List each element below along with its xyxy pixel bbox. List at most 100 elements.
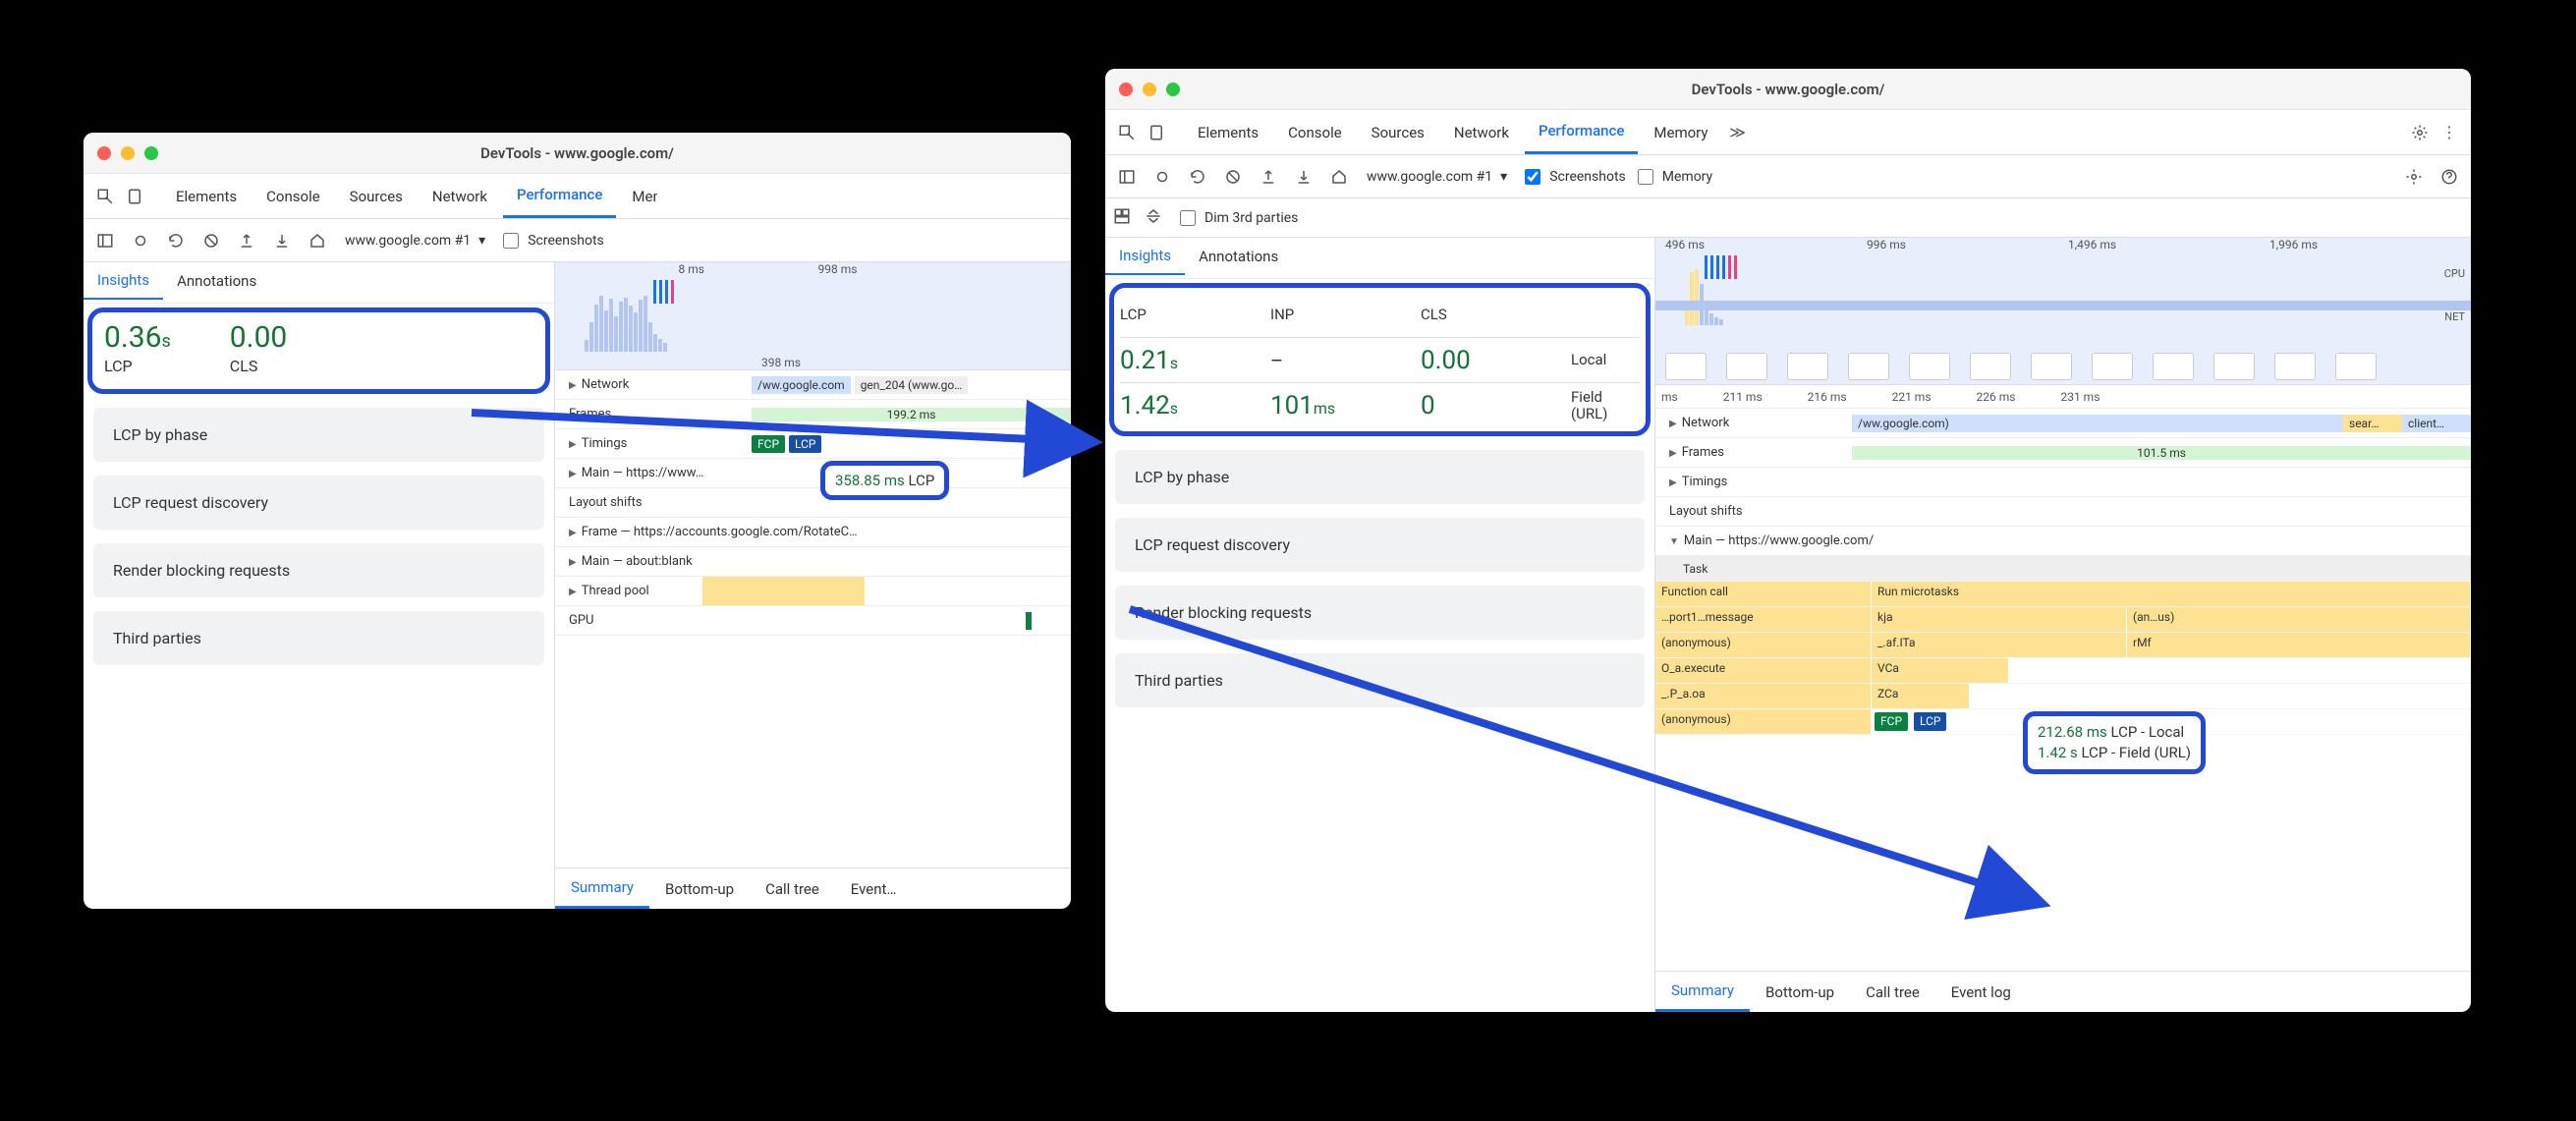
clear-icon[interactable] [1219, 163, 1247, 191]
fc-poa[interactable]: _.P_a.oa [1655, 684, 1872, 708]
recording-select[interactable]: www.google.com #1 ▾ [339, 231, 491, 251]
thumbnail[interactable] [2335, 353, 2377, 380]
help-icon[interactable] [2436, 163, 2463, 191]
tab-console[interactable]: Console [1274, 111, 1356, 154]
tab-sources[interactable]: Sources [336, 175, 417, 218]
overview-timeline[interactable]: 496 ms 996 ms 1,496 ms 1,996 ms CPU NET [1655, 238, 2471, 385]
flame-chart[interactable]: ▶Network /ww.google.com) sear… client… ▶… [1655, 409, 2471, 971]
fc-vca[interactable]: VCa [1872, 658, 2009, 683]
fc-func[interactable]: Function call [1655, 582, 1872, 606]
tab-elements[interactable]: Elements [162, 175, 251, 218]
subtab-insights[interactable]: Insights [84, 262, 163, 300]
btab-eventlog[interactable]: Event… [835, 869, 913, 909]
insight-lcp-discovery[interactable]: LCP request discovery [1115, 518, 1645, 572]
net-item-1[interactable]: /ww.google.com) [1852, 415, 2343, 432]
inspect-icon[interactable] [1113, 119, 1141, 146]
btab-summary[interactable]: Summary [1655, 972, 1750, 1012]
btab-calltree[interactable]: Call tree [750, 869, 835, 909]
thumbnail[interactable] [2274, 353, 2316, 380]
device-icon[interactable] [1143, 119, 1170, 146]
thumbnail[interactable] [1848, 353, 1889, 380]
memory-checkbox[interactable]: Memory [1634, 166, 1712, 188]
fcp-badge[interactable]: FCP [752, 435, 785, 453]
toggle-sidebar-icon[interactable] [1113, 163, 1141, 191]
fc-exec[interactable]: O_a.execute [1655, 658, 1872, 683]
tab-network[interactable]: Network [1440, 111, 1523, 154]
btab-eventlog[interactable]: Event log [1935, 972, 2027, 1012]
screenshots-checkbox[interactable]: Screenshots [1521, 166, 1626, 188]
fc-anon2[interactable]: (anonymous) [1655, 709, 1872, 734]
thumbnail[interactable] [2213, 353, 2255, 380]
subtab-insights[interactable]: Insights [1105, 238, 1185, 275]
btab-bottomup[interactable]: Bottom-up [1750, 972, 1850, 1012]
thumbnail[interactable] [2153, 353, 2194, 380]
overview-timeline[interactable]: 8 ms 998 ms 398 ms [555, 262, 1071, 370]
tab-performance[interactable]: Performance [1525, 111, 1638, 154]
kebab-icon[interactable]: ⋮ [2436, 119, 2463, 146]
collapse-icon[interactable] [1145, 207, 1162, 229]
dim-3rd-parties-checkbox[interactable]: Dim 3rd parties [1176, 207, 1298, 229]
download-icon[interactable] [268, 227, 296, 254]
insight-lcp-phase[interactable]: LCP by phase [93, 408, 544, 462]
net-item-2[interactable]: sear… [2343, 415, 2402, 432]
insight-third-parties[interactable]: Third parties [1115, 653, 1645, 707]
device-icon[interactable] [121, 183, 148, 210]
gear-icon[interactable] [2406, 119, 2434, 146]
subtab-annotations[interactable]: Annotations [1185, 238, 1292, 275]
insight-third-parties[interactable]: Third parties [93, 611, 544, 665]
home-icon[interactable] [1325, 163, 1353, 191]
net-item-3[interactable]: client… [2402, 415, 2471, 432]
tab-performance[interactable]: Performance [503, 175, 616, 218]
fc-rmf[interactable]: rMf [2127, 633, 2471, 657]
btab-summary[interactable]: Summary [555, 869, 649, 909]
lcp-badge[interactable]: LCP [789, 435, 821, 453]
lcp-badge[interactable]: LCP [1914, 712, 1946, 731]
fcp-badge[interactable]: FCP [1875, 712, 1908, 731]
thumbnail[interactable] [1970, 353, 2011, 380]
tab-console[interactable]: Console [252, 175, 334, 218]
insight-render-blocking[interactable]: Render blocking requests [1115, 586, 1645, 640]
clear-icon[interactable] [197, 227, 225, 254]
recording-select[interactable]: www.google.com #1 ▾ [1361, 167, 1513, 187]
thumbnail[interactable] [1787, 353, 1828, 380]
upload-icon[interactable] [1255, 163, 1282, 191]
fc-af[interactable]: _.af.ITa [1872, 633, 2127, 657]
btab-calltree[interactable]: Call tree [1850, 972, 1935, 1012]
download-icon[interactable] [1290, 163, 1317, 191]
fc-anon[interactable]: (anonymous) [1655, 633, 1872, 657]
tab-network[interactable]: Network [419, 175, 501, 218]
tab-elements[interactable]: Elements [1184, 111, 1272, 154]
thumbnail[interactable] [2092, 353, 2133, 380]
inspect-icon[interactable] [91, 183, 119, 210]
record-icon[interactable] [1148, 163, 1176, 191]
fc-anus[interactable]: (an…us) [2127, 607, 2471, 632]
screenshots-checkbox[interactable]: Screenshots [499, 230, 604, 252]
thumbnail[interactable] [1909, 353, 1950, 380]
treemap-icon[interactable] [1113, 207, 1131, 229]
thumbnail[interactable] [2031, 353, 2072, 380]
tab-memory[interactable]: Memory [1640, 111, 1721, 154]
reload-icon[interactable] [1184, 163, 1211, 191]
insight-lcp-discovery[interactable]: LCP request discovery [93, 476, 544, 530]
upload-icon[interactable] [233, 227, 260, 254]
flame-chart[interactable]: ▶Network /ww.google.com gen_204 (www.go…… [555, 370, 1071, 868]
toggle-sidebar-icon[interactable] [91, 227, 119, 254]
insight-render-blocking[interactable]: Render blocking requests [93, 543, 544, 597]
fc-zca[interactable]: ZCa [1872, 684, 1970, 708]
net-item-2[interactable]: gen_204 (www.go… [855, 376, 969, 394]
gear-icon[interactable] [2400, 163, 2428, 191]
more-tabs-icon[interactable] [1723, 119, 1751, 146]
tab-memory[interactable]: Memory [618, 175, 657, 218]
subtab-annotations[interactable]: Annotations [163, 262, 270, 300]
thumbnail[interactable] [1726, 353, 1767, 380]
net-item-1[interactable]: /ww.google.com [752, 376, 851, 394]
fc-port[interactable]: …port1…message [1655, 607, 1872, 632]
insight-lcp-phase[interactable]: LCP by phase [1115, 450, 1645, 504]
home-icon[interactable] [304, 227, 331, 254]
fc-kja[interactable]: kja [1872, 607, 2127, 632]
thumbnail[interactable] [1665, 353, 1707, 380]
fc-microtask[interactable]: Run microtasks [1872, 582, 2471, 606]
record-icon[interactable] [127, 227, 154, 254]
btab-bottomup[interactable]: Bottom-up [649, 869, 750, 909]
reload-icon[interactable] [162, 227, 190, 254]
